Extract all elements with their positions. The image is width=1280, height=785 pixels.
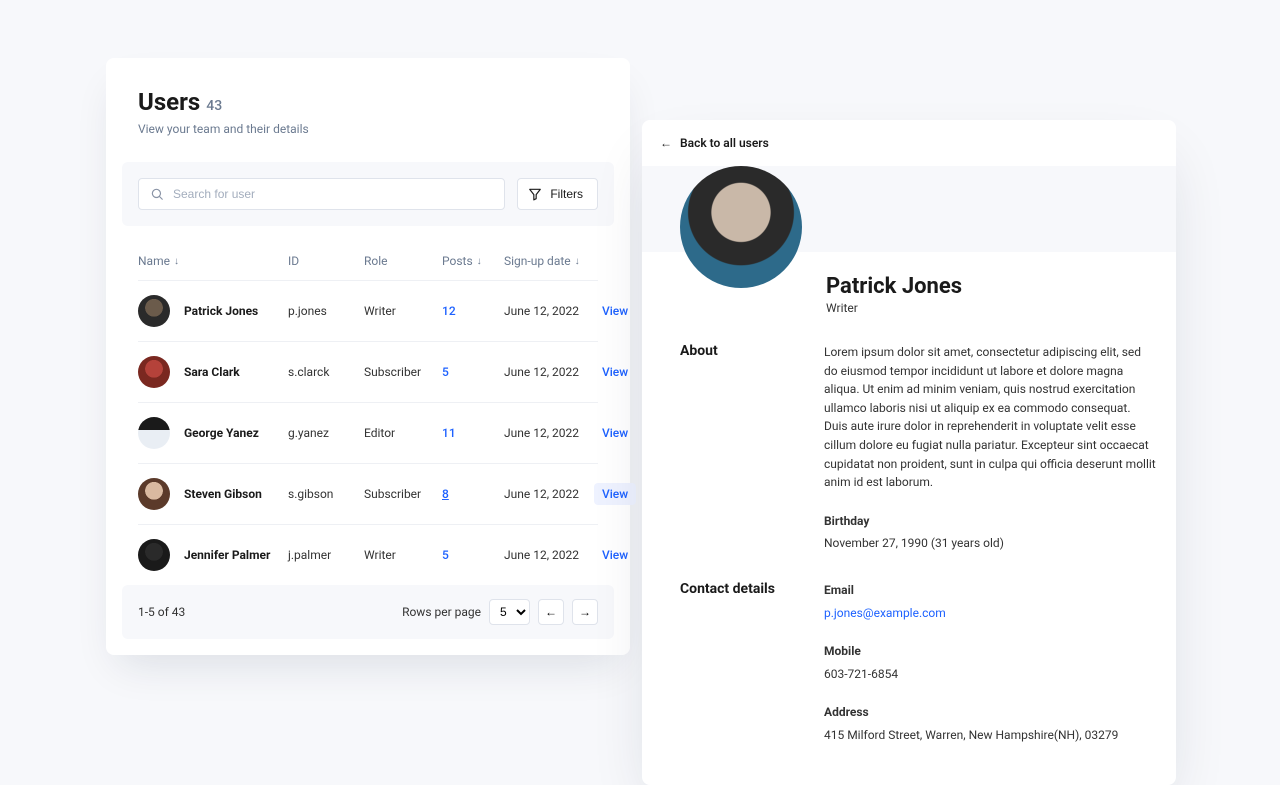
- cell-signup: June 12, 2022: [504, 304, 594, 318]
- arrow-left-icon: ←: [545, 605, 557, 619]
- col-signup-label: Sign-up date: [504, 254, 571, 268]
- toolbar: Filters: [122, 162, 614, 226]
- cell-id: s.clarck: [288, 365, 364, 379]
- avatar: [138, 417, 170, 449]
- posts-link[interactable]: 5: [442, 548, 449, 562]
- cell-id: j.palmer: [288, 548, 364, 562]
- back-label: Back to all users: [680, 136, 769, 150]
- table-row: Jennifer Palmer j.palmer Writer 5 June 1…: [138, 524, 598, 585]
- pager: 1-5 of 43 Rows per page 5 ← →: [122, 585, 614, 639]
- address-label: Address: [824, 703, 1156, 722]
- mobile-value: 603-721-6854: [824, 665, 1156, 684]
- sort-down-icon: ↓: [575, 256, 580, 267]
- posts-link[interactable]: 12: [442, 304, 456, 318]
- posts-link[interactable]: 11: [442, 426, 456, 440]
- cell-role: Writer: [364, 548, 442, 562]
- table-row: Patrick Jones p.jones Writer 12 June 12,…: [138, 280, 598, 341]
- email-label: Email: [824, 581, 1156, 600]
- filter-icon: [528, 187, 542, 201]
- view-user-link[interactable]: View: [594, 361, 636, 383]
- birthday-value: November 27, 1990 (31 years old): [824, 534, 1156, 553]
- table-row: Sara Clark s.clarck Subscriber 5 June 12…: [138, 341, 598, 402]
- filters-label: Filters: [550, 187, 583, 201]
- avatar: [138, 539, 170, 571]
- cell-id: p.jones: [288, 304, 364, 318]
- search-input[interactable]: [138, 178, 505, 210]
- view-user-link[interactable]: View: [594, 300, 636, 322]
- cell-name: Sara Clark: [184, 365, 288, 379]
- cell-name: Steven Gibson: [184, 487, 288, 501]
- cell-signup: June 12, 2022: [504, 548, 594, 562]
- cell-role: Writer: [364, 304, 442, 318]
- col-name-label: Name: [138, 254, 170, 268]
- next-page-button[interactable]: →: [572, 599, 598, 625]
- cell-role: Subscriber: [364, 365, 442, 379]
- prev-page-button[interactable]: ←: [538, 599, 564, 625]
- back-button[interactable]: ← Back to all users: [642, 120, 1176, 166]
- col-name[interactable]: Name ↓: [138, 254, 288, 268]
- col-role[interactable]: Role: [364, 254, 442, 268]
- avatar: [138, 295, 170, 327]
- users-card: Users 43 View your team and their detail…: [106, 58, 630, 655]
- avatar: [138, 356, 170, 388]
- cell-id: g.yanez: [288, 426, 364, 440]
- mobile-label: Mobile: [824, 642, 1156, 661]
- col-signup[interactable]: Sign-up date ↓: [504, 254, 594, 268]
- about-heading: About: [680, 343, 824, 553]
- about-text: Lorem ipsum dolor sit amet, consectetur …: [824, 343, 1156, 492]
- rows-per-page-select[interactable]: 5: [489, 599, 530, 625]
- user-count-badge: 43: [206, 98, 222, 114]
- cell-role: Editor: [364, 426, 442, 440]
- view-user-link[interactable]: View: [594, 483, 636, 505]
- view-user-link[interactable]: View: [594, 422, 636, 444]
- cell-signup: June 12, 2022: [504, 426, 594, 440]
- pager-range: 1-5 of 43: [138, 605, 185, 619]
- cell-id: s.gibson: [288, 487, 364, 501]
- page-subtitle: View your team and their details: [138, 122, 598, 136]
- cell-signup: June 12, 2022: [504, 365, 594, 379]
- view-user-link[interactable]: View: [594, 544, 636, 566]
- page-title: Users: [138, 88, 200, 116]
- posts-link[interactable]: 8: [442, 487, 449, 501]
- filters-button[interactable]: Filters: [517, 178, 598, 210]
- sort-down-icon: ↓: [174, 256, 179, 267]
- detail-name: Patrick Jones: [826, 252, 1156, 299]
- arrow-left-icon: ←: [660, 136, 672, 150]
- detail-role: Writer: [826, 301, 1156, 315]
- cell-signup: June 12, 2022: [504, 487, 594, 501]
- user-detail-card: ← Back to all users Patrick Jones Writer…: [642, 120, 1176, 785]
- sort-down-icon: ↓: [477, 256, 482, 267]
- table-row: Steven Gibson s.gibson Subscriber 8 June…: [138, 463, 598, 524]
- cell-role: Subscriber: [364, 487, 442, 501]
- address-value: 415 Milford Street, Warren, New Hampshir…: [824, 726, 1156, 745]
- cell-name: Patrick Jones: [184, 304, 288, 318]
- col-posts[interactable]: Posts ↓: [442, 254, 504, 268]
- arrow-right-icon: →: [579, 605, 591, 619]
- search-icon: [150, 187, 164, 201]
- cell-name: George Yanez: [184, 426, 288, 440]
- email-link[interactable]: p.jones@example.com: [824, 606, 946, 620]
- avatar: [138, 478, 170, 510]
- birthday-label: Birthday: [824, 512, 1156, 531]
- posts-link[interactable]: 5: [442, 365, 449, 379]
- avatar: [680, 166, 802, 288]
- table-row: George Yanez g.yanez Editor 11 June 12, …: [138, 402, 598, 463]
- col-posts-label: Posts: [442, 254, 473, 268]
- cell-name: Jennifer Palmer: [184, 548, 288, 562]
- rows-per-page-label: Rows per page: [402, 605, 481, 619]
- col-id[interactable]: ID: [288, 254, 364, 268]
